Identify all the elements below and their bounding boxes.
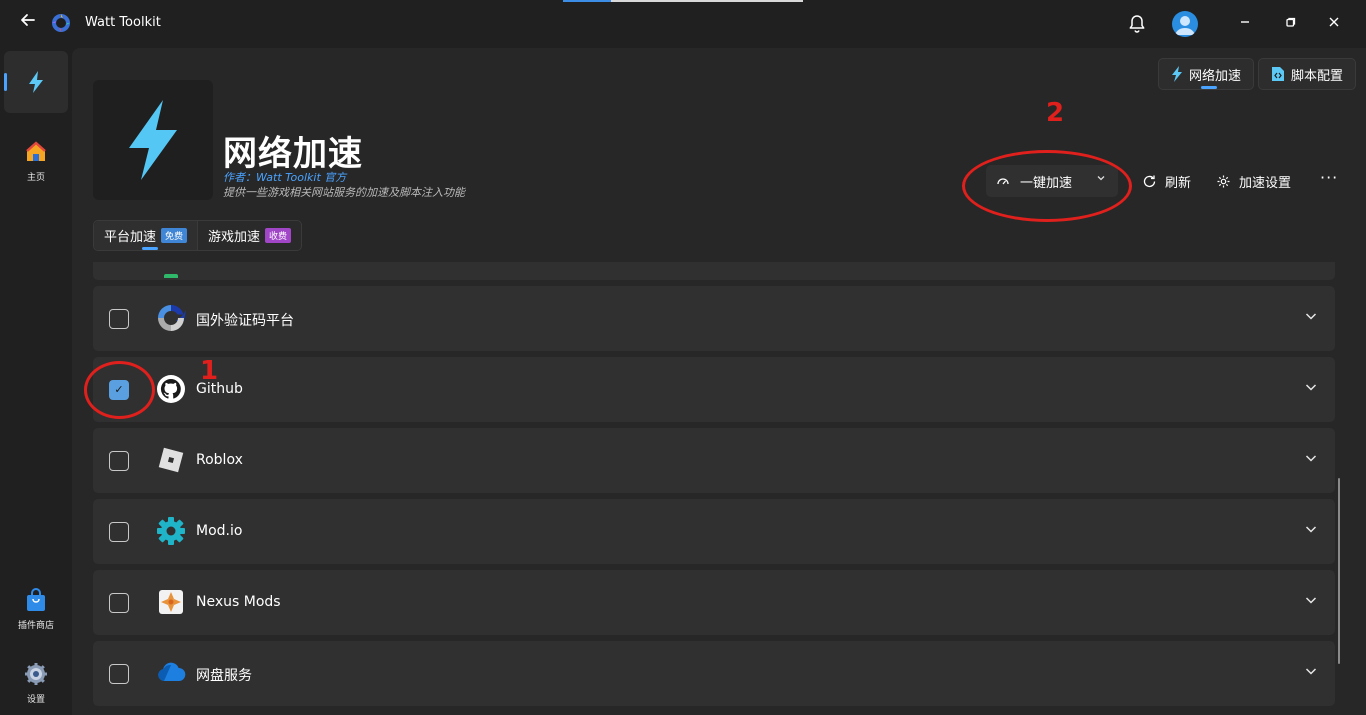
- accelerate-label: 一键加速: [1020, 175, 1073, 191]
- chevron-down-icon[interactable]: [1305, 594, 1317, 609]
- app-logo-icon: [50, 12, 72, 34]
- sidebar-item-label: 设置: [26, 695, 45, 705]
- refresh-icon: [1143, 175, 1156, 188]
- page-title: 网络加速: [223, 134, 363, 174]
- tab-script-config[interactable]: 脚本配置: [1257, 58, 1356, 90]
- back-arrow-icon[interactable]: [18, 12, 38, 34]
- gear-icon: [1217, 175, 1230, 188]
- sub-tab-label: 平台加速: [104, 230, 157, 245]
- service-name: Nexus Mods: [196, 594, 281, 610]
- title-drag-region: [563, 0, 803, 2]
- chevron-down-icon[interactable]: [1305, 310, 1317, 325]
- sidebar-item-label: 主页: [26, 173, 45, 183]
- script-file-icon: [1271, 67, 1284, 81]
- list-scrollbar[interactable]: [1338, 478, 1340, 664]
- page-description: 提供一些游戏相关网站服务的加速及脚本注入功能: [223, 186, 465, 199]
- gear-icon: [4, 662, 68, 690]
- sub-tab-label: 游戏加速: [208, 230, 261, 245]
- lightning-icon: [129, 100, 177, 180]
- nexus-mods-icon: [155, 586, 187, 618]
- chevron-down-icon[interactable]: [1305, 452, 1317, 467]
- chevron-down-icon[interactable]: [1096, 173, 1106, 186]
- list-item[interactable]: Roblox: [93, 428, 1335, 493]
- accel-settings-label: 加速设置: [1239, 176, 1292, 191]
- refresh-label: 刷新: [1165, 176, 1192, 191]
- app-title: Watt Toolkit: [85, 15, 161, 30]
- speedometer-icon: [997, 178, 1009, 185]
- home-icon: [4, 140, 68, 168]
- list-item-partial: [93, 262, 1335, 280]
- service-list: 国外验证码平台 ✓ Github Roblox Mod.io Nexus Mod…: [93, 262, 1336, 715]
- tab-label: 脚本配置: [1290, 68, 1343, 84]
- tab-game-accel[interactable]: 游戏加速 收费: [198, 221, 301, 250]
- service-checkbox[interactable]: [109, 309, 129, 329]
- lightning-icon: [1171, 66, 1182, 82]
- service-checkbox[interactable]: [109, 664, 129, 684]
- list-item[interactable]: ✓ Github: [93, 357, 1335, 422]
- tab-active-indicator: [142, 247, 158, 250]
- more-options-icon[interactable]: ···: [1320, 168, 1338, 187]
- active-indicator: [4, 73, 7, 91]
- title-bar: Watt Toolkit: [0, 0, 1366, 48]
- cloud-drive-icon: [155, 657, 187, 689]
- chevron-down-icon[interactable]: [1305, 523, 1317, 538]
- service-name: Mod.io: [196, 523, 243, 539]
- sidebar-item-plugin-store[interactable]: 插件商店: [4, 588, 68, 634]
- service-checkbox[interactable]: [109, 451, 129, 471]
- list-item[interactable]: Mod.io: [93, 499, 1335, 564]
- service-name: 国外验证码平台: [196, 313, 294, 329]
- chevron-down-icon[interactable]: [1305, 665, 1317, 680]
- refresh-button[interactable]: 刷新: [1142, 172, 1191, 191]
- title-strip-accent: [563, 0, 611, 2]
- tab-network-accel[interactable]: 网络加速: [1157, 58, 1254, 90]
- paid-badge: 收费: [265, 228, 292, 243]
- free-badge: 免费: [161, 228, 188, 243]
- list-item[interactable]: 网盘服务: [93, 641, 1335, 706]
- tab-platform-accel[interactable]: 平台加速 免费: [94, 221, 199, 250]
- service-checkbox[interactable]: [109, 522, 129, 542]
- minimize-icon[interactable]: [1233, 12, 1257, 36]
- sidebar-item-settings[interactable]: 设置: [4, 662, 68, 708]
- close-icon[interactable]: [1322, 12, 1346, 36]
- hero-icon-tile: [93, 80, 213, 200]
- annotation-number-2: 2: [1046, 98, 1065, 128]
- github-icon: [155, 373, 187, 405]
- one-click-accelerate-button[interactable]: 一键加速: [986, 165, 1118, 197]
- service-name: 网盘服务: [196, 668, 252, 684]
- lightning-icon: [4, 51, 68, 97]
- restore-icon[interactable]: [1279, 12, 1303, 36]
- service-name: Roblox: [196, 452, 243, 468]
- sidebar-item-home[interactable]: 主页: [4, 140, 68, 186]
- notification-bell-icon[interactable]: [1126, 13, 1148, 35]
- page-author: 作者：Watt Toolkit 官方: [223, 171, 347, 184]
- service-checkbox[interactable]: [109, 593, 129, 613]
- recaptcha-icon: [155, 302, 187, 334]
- tab-active-indicator: [1200, 86, 1217, 89]
- chevron-down-icon[interactable]: [1305, 381, 1317, 396]
- sub-tabs: 平台加速 免费 游戏加速 收费: [93, 220, 303, 251]
- tab-label: 网络加速: [1188, 68, 1241, 84]
- roblox-icon: [155, 444, 187, 476]
- partial-icon: [164, 274, 178, 278]
- list-item[interactable]: Nexus Mods: [93, 570, 1335, 635]
- sidebar: 主页 插件商店 设置: [0, 48, 72, 715]
- header-tabs: 网络加速 脚本配置: [1157, 58, 1356, 90]
- shop-bag-icon: [4, 588, 68, 616]
- accel-settings-button[interactable]: 加速设置: [1216, 172, 1291, 191]
- sidebar-item-network-accel[interactable]: [4, 51, 68, 113]
- list-item[interactable]: 国外验证码平台: [93, 286, 1335, 351]
- sidebar-item-label: 插件商店: [17, 621, 54, 631]
- service-checkbox-checked[interactable]: ✓: [109, 380, 129, 400]
- user-avatar[interactable]: [1172, 11, 1198, 37]
- main-panel: 网络加速 脚本配置 网络加速 作者：Watt Toolkit 官方 提供一些游戏…: [72, 48, 1366, 715]
- annotation-number-1: 1: [200, 356, 219, 386]
- modio-icon: [155, 515, 187, 547]
